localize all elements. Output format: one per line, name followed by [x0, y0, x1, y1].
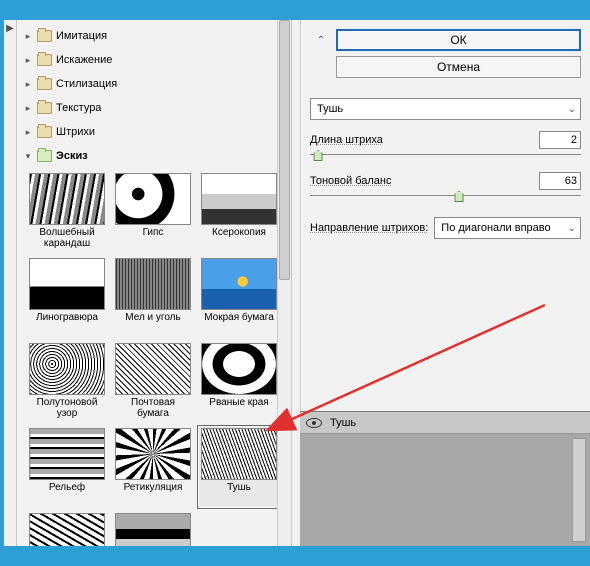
filter-thumb-Рваные края[interactable]: Рваные края	[197, 340, 281, 424]
direction-select[interactable]: По диагонали вправо ⌄	[434, 217, 581, 239]
filter-thumb-Мел и уголь[interactable]: Мел и уголь	[111, 255, 195, 339]
filter-gallery-window: ▶ ▸ Имитация▸ Искажение▸ Стилизация▸ Тек…	[0, 0, 590, 546]
thumb-preview	[29, 343, 105, 395]
thumb-label: Линогравюра	[36, 312, 98, 336]
thumb-label: Мокрая бумага	[204, 312, 274, 336]
filter-thumb-Линогравюра[interactable]: Линогравюра	[25, 255, 109, 339]
eye-icon[interactable]	[306, 418, 322, 428]
effect-layers-panel: Тушь	[300, 411, 590, 546]
thumb-label: Мел и уголь	[125, 312, 180, 336]
param-stroke-length: Длина штриха	[310, 131, 581, 161]
filter-categories-panel: ▸ Имитация▸ Искажение▸ Стилизация▸ Текст…	[17, 20, 292, 546]
thumb-label: Почтовая бумага	[114, 397, 192, 421]
panel-scrollbar[interactable]	[572, 438, 586, 542]
collapse-button[interactable]: ⌃	[310, 29, 332, 51]
ok-button[interactable]: ОК	[336, 29, 581, 51]
category-label: Текстура	[56, 102, 101, 114]
folder-icon	[37, 126, 52, 138]
tonal-balance-slider[interactable]	[310, 192, 581, 202]
category-Текстура[interactable]: ▸ Текстура	[23, 96, 291, 120]
triangle-right-icon: ▸	[23, 127, 33, 138]
thumb-preview	[115, 343, 191, 395]
thumb-preview	[115, 513, 191, 546]
filter-select-value: Тушь	[317, 103, 343, 115]
stroke-length-input[interactable]	[539, 131, 581, 149]
left-strip: ▶	[4, 20, 17, 546]
cancel-button[interactable]: Отмена	[336, 56, 581, 78]
thumb-preview	[201, 428, 277, 480]
filter-thumb-Волшебный карандаш[interactable]: Волшебный карандаш	[25, 170, 109, 254]
effect-layer-label: Тушь	[330, 417, 356, 429]
filter-thumb-Рельеф[interactable]: Рельеф	[25, 425, 109, 509]
thumb-preview	[29, 428, 105, 480]
slider-handle[interactable]	[314, 150, 323, 161]
filter-thumb-Тушь[interactable]: Тушь	[197, 425, 281, 509]
filter-thumb-Уголь[interactable]: Уголь	[25, 510, 109, 546]
param-tonal-balance: Тоновой баланс	[310, 172, 581, 202]
scrollbar-thumb[interactable]	[279, 20, 290, 280]
filter-thumb-Гипс[interactable]: Гипс	[111, 170, 195, 254]
filter-thumb-Полутоновой узор[interactable]: Полутоновой узор	[25, 340, 109, 424]
category-Стилизация[interactable]: ▸ Стилизация	[23, 72, 291, 96]
category-label: Искажение	[56, 54, 112, 66]
filter-thumb-Почтовая бумага[interactable]: Почтовая бумага	[111, 340, 195, 424]
tonal-balance-input[interactable]	[539, 172, 581, 190]
thumb-preview	[115, 428, 191, 480]
triangle-right-icon: ▸	[23, 79, 33, 90]
triangle-right-icon: ▸	[23, 103, 33, 114]
category-label: Имитация	[56, 30, 107, 42]
triangle-right-icon: ▸	[23, 55, 33, 66]
category-Штрихи[interactable]: ▸ Штрихи	[23, 120, 291, 144]
category-label: Эскиз	[56, 150, 88, 162]
category-label: Штрихи	[56, 126, 95, 138]
chevron-right-icon[interactable]: ▶	[6, 23, 14, 34]
filter-thumb-Ксерокопия[interactable]: Ксерокопия	[197, 170, 281, 254]
thumb-preview	[201, 258, 277, 310]
thumb-label: Гипс	[143, 227, 164, 251]
triangle-down-icon: ▾	[23, 151, 33, 162]
category-label: Стилизация	[56, 78, 117, 90]
filter-thumb-Мокрая бумага[interactable]: Мокрая бумага	[197, 255, 281, 339]
folder-icon	[37, 30, 52, 42]
thumb-preview	[29, 513, 105, 546]
thumb-preview	[29, 258, 105, 310]
direction-value: По диагонали вправо	[441, 222, 550, 234]
thumb-preview	[201, 173, 277, 225]
folder-icon	[37, 102, 52, 114]
filter-thumb-Ретикуляция[interactable]: Ретикуляция	[111, 425, 195, 509]
thumb-label: Ретикуляция	[124, 482, 183, 506]
thumb-preview	[115, 258, 191, 310]
category-Эскиз[interactable]: ▾ Эскиз	[23, 144, 291, 168]
thumb-preview	[29, 173, 105, 225]
chevron-down-icon: ⌄	[568, 104, 576, 115]
filter-thumb-Хром[interactable]: Хром	[111, 510, 195, 546]
category-Имитация[interactable]: ▸ Имитация	[23, 24, 291, 48]
titlebar[interactable]	[0, 0, 590, 20]
triangle-right-icon: ▸	[23, 31, 33, 42]
folder-icon	[37, 78, 52, 90]
thumb-label: Ксерокопия	[212, 227, 266, 251]
slider-handle[interactable]	[455, 191, 464, 202]
direction-label: Направление штрихов:	[310, 222, 428, 234]
category-Искажение[interactable]: ▸ Искажение	[23, 48, 291, 72]
thumb-label: Волшебный карандаш	[28, 227, 106, 251]
thumb-label: Полутоновой узор	[28, 397, 106, 421]
thumb-preview	[201, 343, 277, 395]
param-label: Длина штриха	[310, 134, 383, 146]
vertical-scrollbar[interactable]	[277, 20, 291, 546]
thumb-label: Рельеф	[49, 482, 85, 506]
filter-select[interactable]: Тушь ⌄	[310, 98, 581, 120]
folder-icon	[37, 150, 52, 162]
param-label: Тоновой баланс	[310, 175, 392, 187]
chevron-down-icon: ⌄	[568, 223, 576, 234]
stroke-length-slider[interactable]	[310, 151, 581, 161]
thumb-label: Рваные края	[209, 397, 268, 421]
thumb-preview	[115, 173, 191, 225]
folder-icon	[37, 54, 52, 66]
thumb-label: Тушь	[227, 482, 251, 506]
chevron-up-icon: ⌃	[317, 35, 325, 46]
